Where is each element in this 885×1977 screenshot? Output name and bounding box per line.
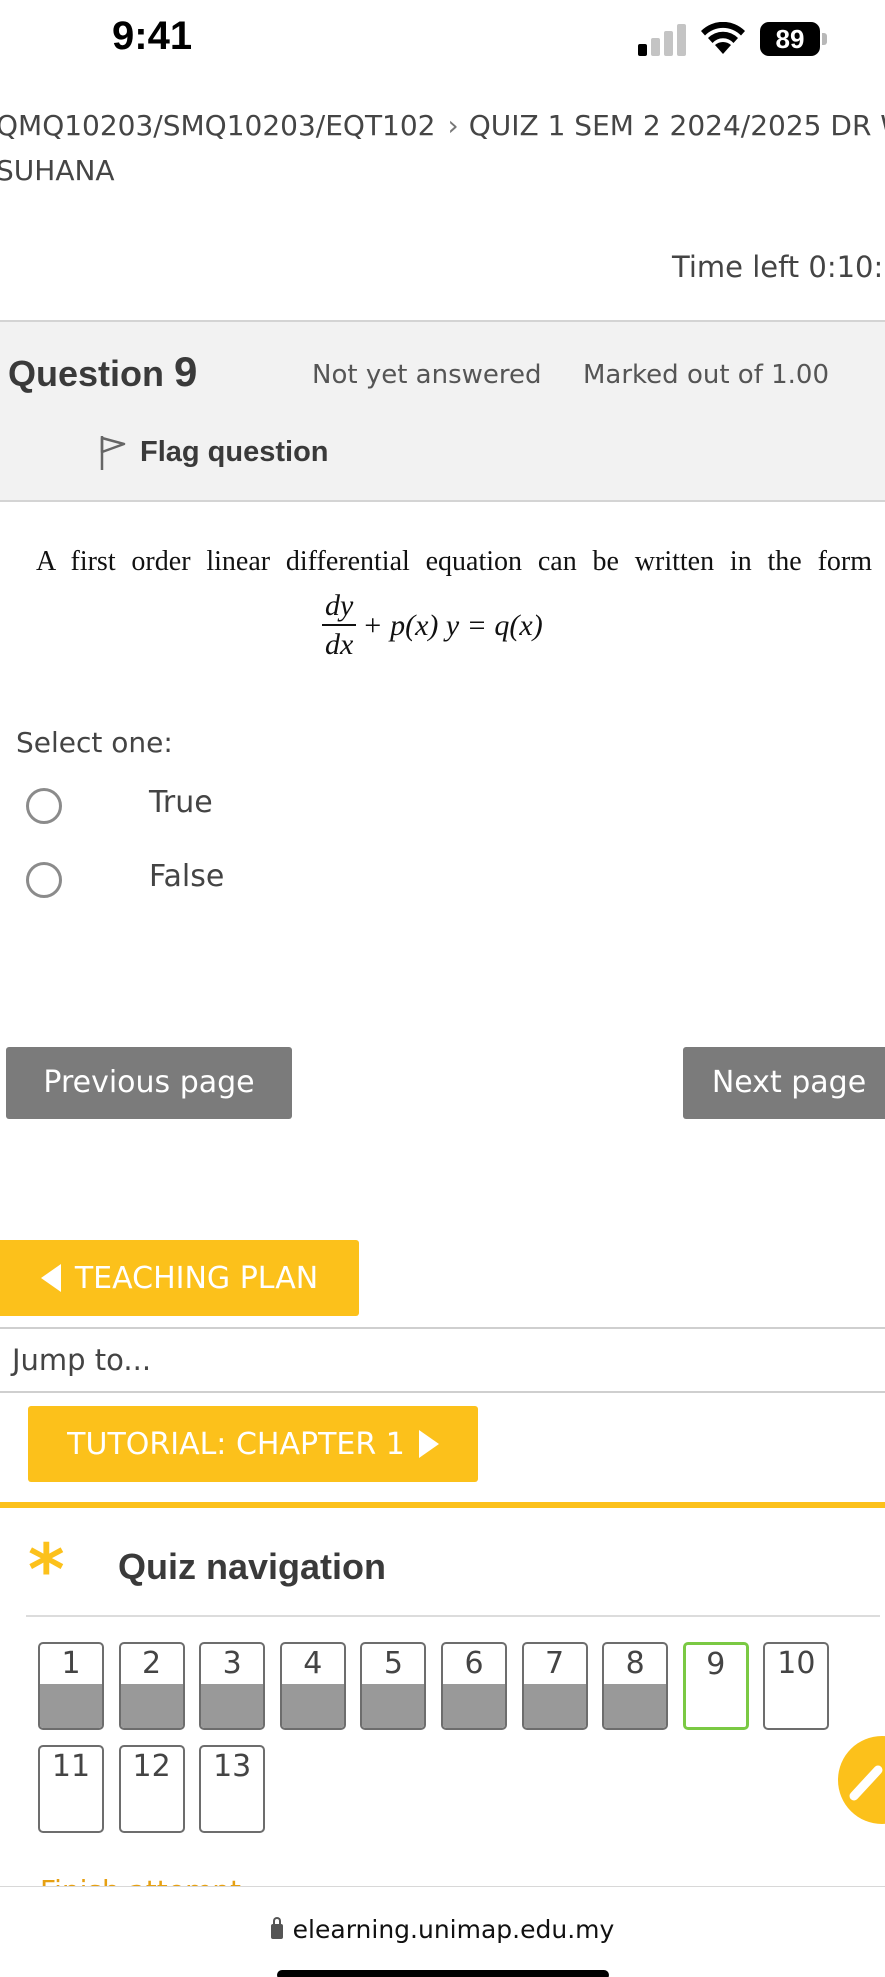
breadcrumb: QMQ10203/SMQ10203/EQT102 › QUIZ 1 SEM 2 20… [0, 98, 885, 154]
answered-fill [120, 1684, 183, 1728]
caret-left-icon [40, 1264, 61, 1292]
next-page-button[interactable]: Next page [683, 1047, 885, 1119]
quiz-nav-question-6[interactable]: 6 [441, 1642, 507, 1730]
url-text[interactable]: elearning.unimap.edu.my [293, 1915, 615, 1944]
quiz-nav-question-7[interactable]: 7 [521, 1642, 588, 1730]
quiz-nav-question-9[interactable]: 9 [682, 1642, 749, 1730]
quiz-nav-number: 2 [142, 1646, 162, 1681]
cellular-signal-icon [638, 24, 686, 56]
radio-false[interactable] [26, 862, 62, 898]
quiz-nav-number: 7 [545, 1646, 565, 1681]
quiz-nav-number: 6 [464, 1646, 484, 1681]
status-time: 9:41 [112, 14, 193, 58]
quiz-nav-question-13[interactable]: 13 [199, 1745, 266, 1833]
quiz-nav-question-12[interactable]: 12 [118, 1745, 185, 1833]
equation-rest: + p(x) y = q(x) [362, 609, 543, 642]
option-false[interactable]: False [26, 859, 224, 898]
question-title: Question 9 [8, 348, 198, 395]
quiz-nav-number: 11 [51, 1749, 91, 1784]
quiz-nav-number: 12 [132, 1749, 171, 1784]
option-true[interactable]: True [26, 785, 213, 824]
option-true-label[interactable]: True [149, 785, 213, 820]
jump-to-select[interactable]: Jump to... [0, 1327, 885, 1393]
question-text: A first order linear differential equati… [36, 546, 872, 577]
option-false-label[interactable]: False [149, 859, 224, 894]
quiz-nav-number: 3 [222, 1646, 242, 1681]
quiz-nav-number: 4 [303, 1646, 323, 1681]
quiz-nav-question-4[interactable]: 4 [279, 1642, 346, 1730]
breadcrumb-course-link[interactable]: QMQ10203/SMQ10203/EQT102 [0, 109, 436, 142]
quiz-nav-question-10[interactable]: 10 [763, 1642, 830, 1730]
question-info: Question 9 Not yet answered Marked out o… [0, 320, 885, 502]
equation-fraction: dy dx [322, 590, 357, 662]
select-one-label: Select one: [16, 726, 173, 759]
status-bar: 9:41 89 [0, 0, 885, 80]
quiz-nav-question-8[interactable]: 8 [602, 1642, 669, 1730]
quiz-nav-question-1[interactable]: 1 [38, 1642, 104, 1730]
quiz-navigation-divider [26, 1615, 880, 1617]
quiz-navigation-title: Quiz navigation [118, 1546, 387, 1587]
radio-true[interactable] [26, 788, 62, 824]
quiz-nav-question-5[interactable]: 5 [360, 1642, 427, 1730]
tutorial-chapter-link[interactable]: TUTORIAL: CHAPTER 1 [28, 1406, 478, 1482]
previous-page-button[interactable]: Previous page [6, 1047, 292, 1119]
quiz-nav-question-11[interactable]: 11 [38, 1745, 104, 1833]
answered-fill [523, 1684, 586, 1728]
edit-fab-button[interactable] [838, 1736, 885, 1824]
quiz-nav-question-2[interactable]: 2 [118, 1642, 185, 1730]
battery-icon: 89 [760, 22, 828, 56]
battery-level: 89 [760, 22, 820, 56]
answered-fill [201, 1684, 264, 1728]
answered-fill [281, 1684, 344, 1728]
answered-fill [604, 1684, 667, 1728]
chevron-right-icon: › [447, 109, 459, 142]
question-number: 9 [174, 348, 198, 395]
answered-fill [443, 1684, 505, 1728]
flag-icon [100, 436, 126, 470]
browser-url-bar[interactable]: elearning.unimap.edu.my [0, 1886, 885, 1977]
answered-fill [362, 1684, 425, 1728]
equation: dy dx + p(x) y = q(x) [322, 586, 543, 666]
quiz-nav-number: 1 [61, 1646, 81, 1681]
home-indicator[interactable] [277, 1970, 609, 1977]
flag-question-label: Flag question [140, 435, 329, 468]
flag-question-button[interactable]: Flag question [98, 432, 329, 472]
quiz-nav-number: 8 [625, 1646, 645, 1681]
lock-icon [270, 1917, 283, 1939]
caret-right-icon [418, 1430, 439, 1458]
quiz-nav-number: 9 [706, 1647, 726, 1682]
wifi-icon [701, 22, 745, 54]
quiz-nav-number: 10 [777, 1646, 816, 1681]
breadcrumb-quiz-link-continued[interactable]: SUHANA [0, 154, 115, 187]
question-state: Not yet answered [312, 360, 542, 390]
quiz-nav-question-3[interactable]: 3 [199, 1642, 266, 1730]
teaching-plan-link[interactable]: TEACHING PLAN [0, 1240, 359, 1316]
pencil-icon [849, 1765, 883, 1801]
quiz-nav-number: 13 [213, 1749, 252, 1784]
quiz-nav-number: 5 [383, 1646, 403, 1681]
time-left: Time left 0:10:37 [672, 250, 885, 284]
breadcrumb-quiz-link[interactable]: QUIZ 1 SEM 2 2024/2025 DR WAN [469, 109, 885, 142]
section-divider [0, 1502, 885, 1508]
asterisk-icon: * [28, 1529, 65, 1611]
question-grade: Marked out of 1.00 [583, 360, 830, 390]
answered-fill [40, 1684, 102, 1728]
